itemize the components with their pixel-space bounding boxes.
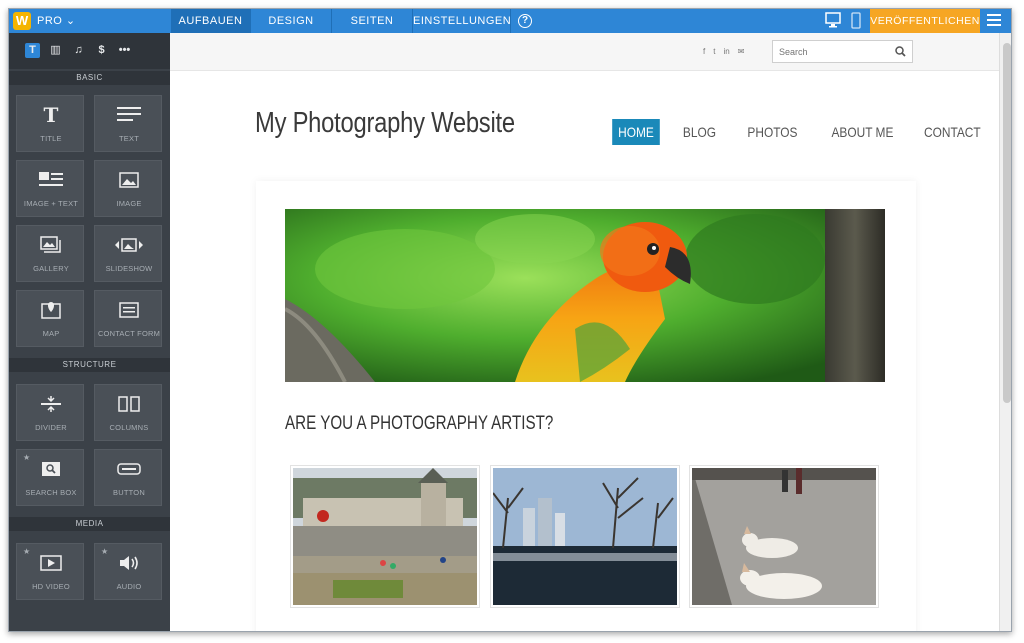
columns-icon	[95, 393, 163, 415]
desktop-icon[interactable]	[825, 12, 841, 28]
mail-icon[interactable]: ✉	[738, 47, 745, 56]
gallery-icon	[17, 234, 85, 256]
element-image[interactable]: IMAGE	[94, 160, 162, 217]
section-media: MEDIA	[9, 517, 170, 531]
nav-photos[interactable]: PHOTOS	[747, 119, 797, 145]
help-button[interactable]: ?	[511, 9, 539, 33]
menu-icon[interactable]	[987, 14, 1001, 29]
nav-contact[interactable]: CONTACT	[924, 119, 981, 145]
element-map[interactable]: MAP	[16, 290, 84, 347]
social-icons: f t in ✉	[703, 47, 744, 56]
text-tool-icon[interactable]: T	[25, 43, 40, 58]
slideshow-icon	[95, 234, 163, 256]
tab-einstellungen[interactable]: EINSTELLUNGEN	[413, 9, 511, 33]
store-tool-icon[interactable]: $	[94, 43, 109, 58]
site-navigation: HOME BLOG PHOTOS ABOUT ME CONTACT	[600, 119, 985, 145]
search-icon[interactable]	[895, 46, 906, 57]
section-headline[interactable]: ARE YOU A PHOTOGRAPHY ARTIST?	[285, 413, 553, 435]
nav-about-me[interactable]: ABOUT ME	[831, 119, 893, 145]
title-icon: T	[43, 103, 59, 127]
element-title[interactable]: T TITLE	[16, 95, 84, 152]
music-tool-icon[interactable]: ♫	[71, 43, 86, 58]
more-tool-icon[interactable]: •••	[117, 43, 132, 58]
gallery-photo-flood[interactable]	[490, 465, 680, 608]
form-icon	[95, 299, 163, 321]
site-header-bar: f t in ✉	[170, 33, 999, 71]
section-structure: STRUCTURE	[9, 358, 170, 372]
linkedin-icon[interactable]: in	[723, 47, 729, 56]
photo-dogs	[692, 468, 876, 605]
sidebar-toolbar: T ▥ ♫ $ •••	[9, 33, 170, 69]
facebook-icon[interactable]: f	[703, 47, 705, 56]
element-divider[interactable]: DIVIDER	[16, 384, 84, 441]
map-pin-icon	[17, 299, 85, 321]
gallery-photo-dogs[interactable]	[689, 465, 879, 608]
search-box-icon	[17, 458, 85, 480]
publish-button[interactable]: VERÖFFENTLICHEN	[870, 9, 980, 33]
gallery-photo-village[interactable]	[290, 465, 480, 608]
editor-tabs: AUFBAUEN DESIGN SEITEN EINSTELLUNGEN ?	[171, 9, 539, 33]
tab-seiten[interactable]: SEITEN	[332, 9, 413, 33]
text-lines-icon	[95, 104, 163, 126]
element-image-text[interactable]: IMAGE + TEXT	[16, 160, 84, 217]
device-toggle	[825, 12, 861, 29]
canvas-scrollbar[interactable]	[999, 33, 1011, 631]
weebly-logo[interactable]: W	[13, 12, 31, 30]
site-title[interactable]: My Photography Website	[255, 107, 515, 140]
element-slideshow[interactable]: SLIDESHOW	[94, 225, 162, 282]
twitter-icon[interactable]: t	[713, 47, 715, 56]
plan-menu[interactable]: PRO ⌄	[37, 9, 76, 33]
search-input[interactable]	[773, 41, 883, 62]
scrollbar-thumb[interactable]	[1003, 43, 1011, 403]
divider-icon	[17, 393, 85, 415]
help-icon: ?	[518, 14, 532, 28]
element-text[interactable]: TEXT	[94, 95, 162, 152]
element-contact-form[interactable]: CONTACT FORM	[94, 290, 162, 347]
image-icon	[95, 169, 163, 191]
elements-sidebar: T ▥ ♫ $ ••• BASIC T TITLE TEXT IMAGE + T…	[9, 33, 170, 631]
mobile-icon[interactable]	[851, 12, 861, 29]
editor-window: W PRO ⌄ AUFBAUEN DESIGN SEITEN EINSTELLU…	[8, 8, 1012, 632]
element-gallery[interactable]: GALLERY	[16, 225, 84, 282]
video-icon	[17, 552, 85, 574]
element-columns[interactable]: COLUMNS	[94, 384, 162, 441]
element-button[interactable]: BUTTON	[94, 449, 162, 506]
image-text-icon	[17, 169, 85, 191]
site-search	[772, 40, 913, 63]
layout-tool-icon[interactable]: ▥	[48, 43, 63, 58]
photo-flood	[492, 468, 677, 605]
element-search-box[interactable]: ★ SEARCH BOX	[16, 449, 84, 506]
nav-home[interactable]: HOME	[612, 119, 660, 145]
tab-aufbauen[interactable]: AUFBAUEN	[171, 9, 251, 33]
tab-design[interactable]: DESIGN	[251, 9, 332, 33]
top-bar: W PRO ⌄ AUFBAUEN DESIGN SEITEN EINSTELLU…	[9, 9, 1011, 33]
nav-blog[interactable]: BLOG	[683, 119, 716, 145]
photo-village	[293, 468, 477, 605]
speaker-icon	[95, 552, 163, 574]
button-icon	[95, 458, 163, 480]
section-basic: BASIC	[9, 71, 170, 85]
site-canvas[interactable]: f t in ✉ My Photography Website HOME BLO…	[170, 33, 999, 631]
hero-image[interactable]	[285, 209, 885, 382]
element-audio[interactable]: ★ AUDIO	[94, 543, 162, 600]
element-hd-video[interactable]: ★ HD VIDEO	[16, 543, 84, 600]
